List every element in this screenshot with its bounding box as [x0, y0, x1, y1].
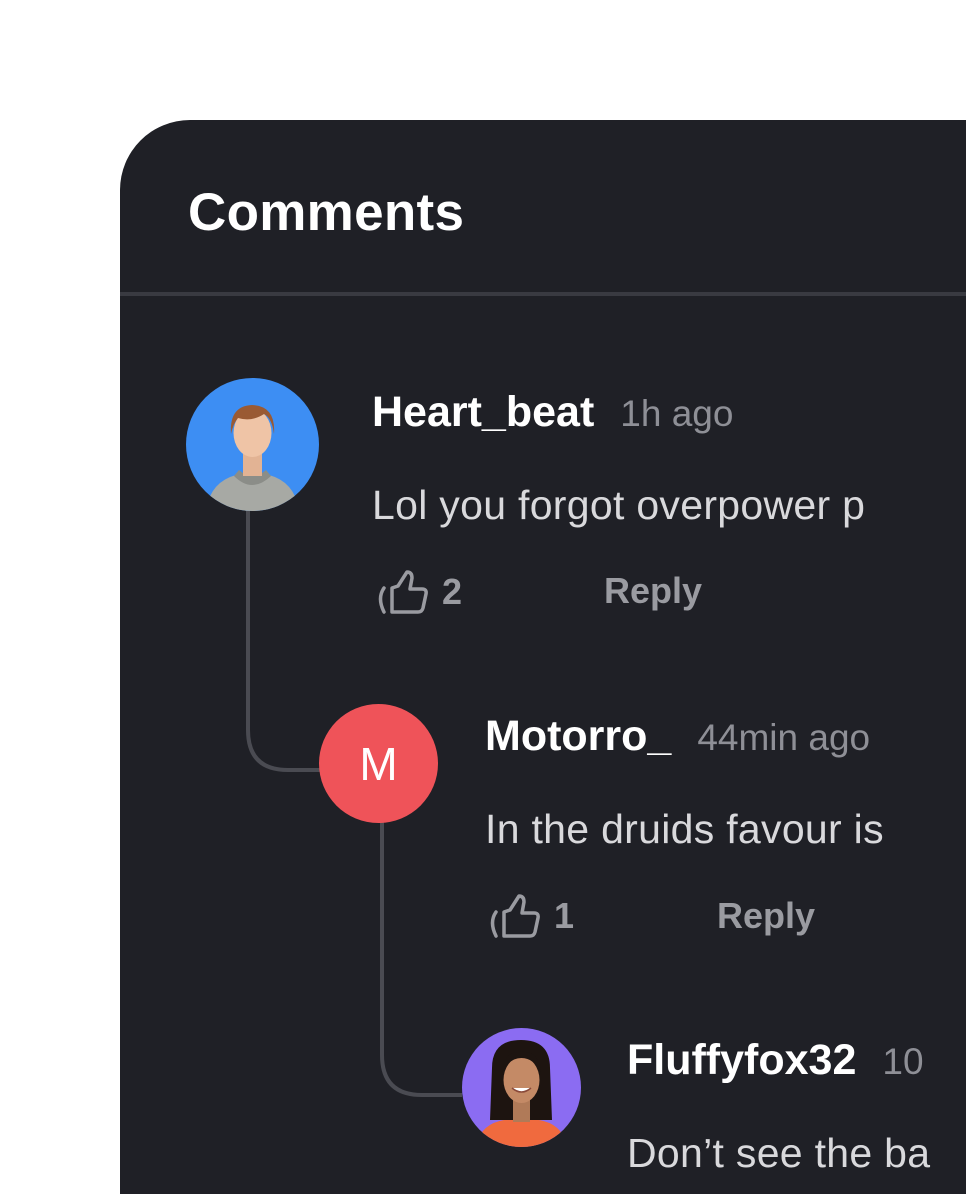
- comment-username[interactable]: Heart_beat: [372, 388, 594, 437]
- comment-header: Heart_beat 1h ago: [372, 388, 733, 437]
- like-button[interactable]: 1: [486, 892, 574, 940]
- like-count: 2: [442, 571, 463, 612]
- avatar[interactable]: [186, 378, 319, 511]
- user-photo-icon: [186, 378, 319, 511]
- avatar[interactable]: [462, 1028, 581, 1147]
- comment-timestamp: 1h ago: [620, 393, 734, 434]
- thumbs-up-icon: [378, 570, 428, 614]
- reply-button[interactable]: Reply: [717, 895, 815, 937]
- user-photo-icon: [462, 1028, 581, 1147]
- like-count: 1: [554, 895, 575, 936]
- comment-actions: 1: [486, 892, 574, 940]
- comment-header: Fluffyfox32 10: [627, 1036, 924, 1085]
- comment-text: Lol you forgot overpower p: [372, 482, 866, 528]
- comment-actions: 2: [374, 568, 462, 616]
- comments-panel: Comments Heart_beat 1h ago Lol you forgo…: [120, 120, 966, 1194]
- comment-username[interactable]: Fluffyfox32: [627, 1036, 856, 1085]
- thumbs-up-icon: [490, 894, 540, 938]
- comment-text: Don’t see the ba: [627, 1130, 931, 1176]
- avatar[interactable]: M: [319, 704, 438, 823]
- comment-timestamp: 10: [882, 1041, 924, 1082]
- comment-timestamp: 44min ago: [697, 717, 871, 758]
- comment-header: Motorro_ 44min ago: [485, 712, 870, 761]
- like-button[interactable]: 2: [374, 568, 462, 616]
- comment-text: In the druids favour is: [485, 806, 884, 852]
- reply-button[interactable]: Reply: [604, 570, 702, 612]
- comment-username[interactable]: Motorro_: [485, 712, 671, 761]
